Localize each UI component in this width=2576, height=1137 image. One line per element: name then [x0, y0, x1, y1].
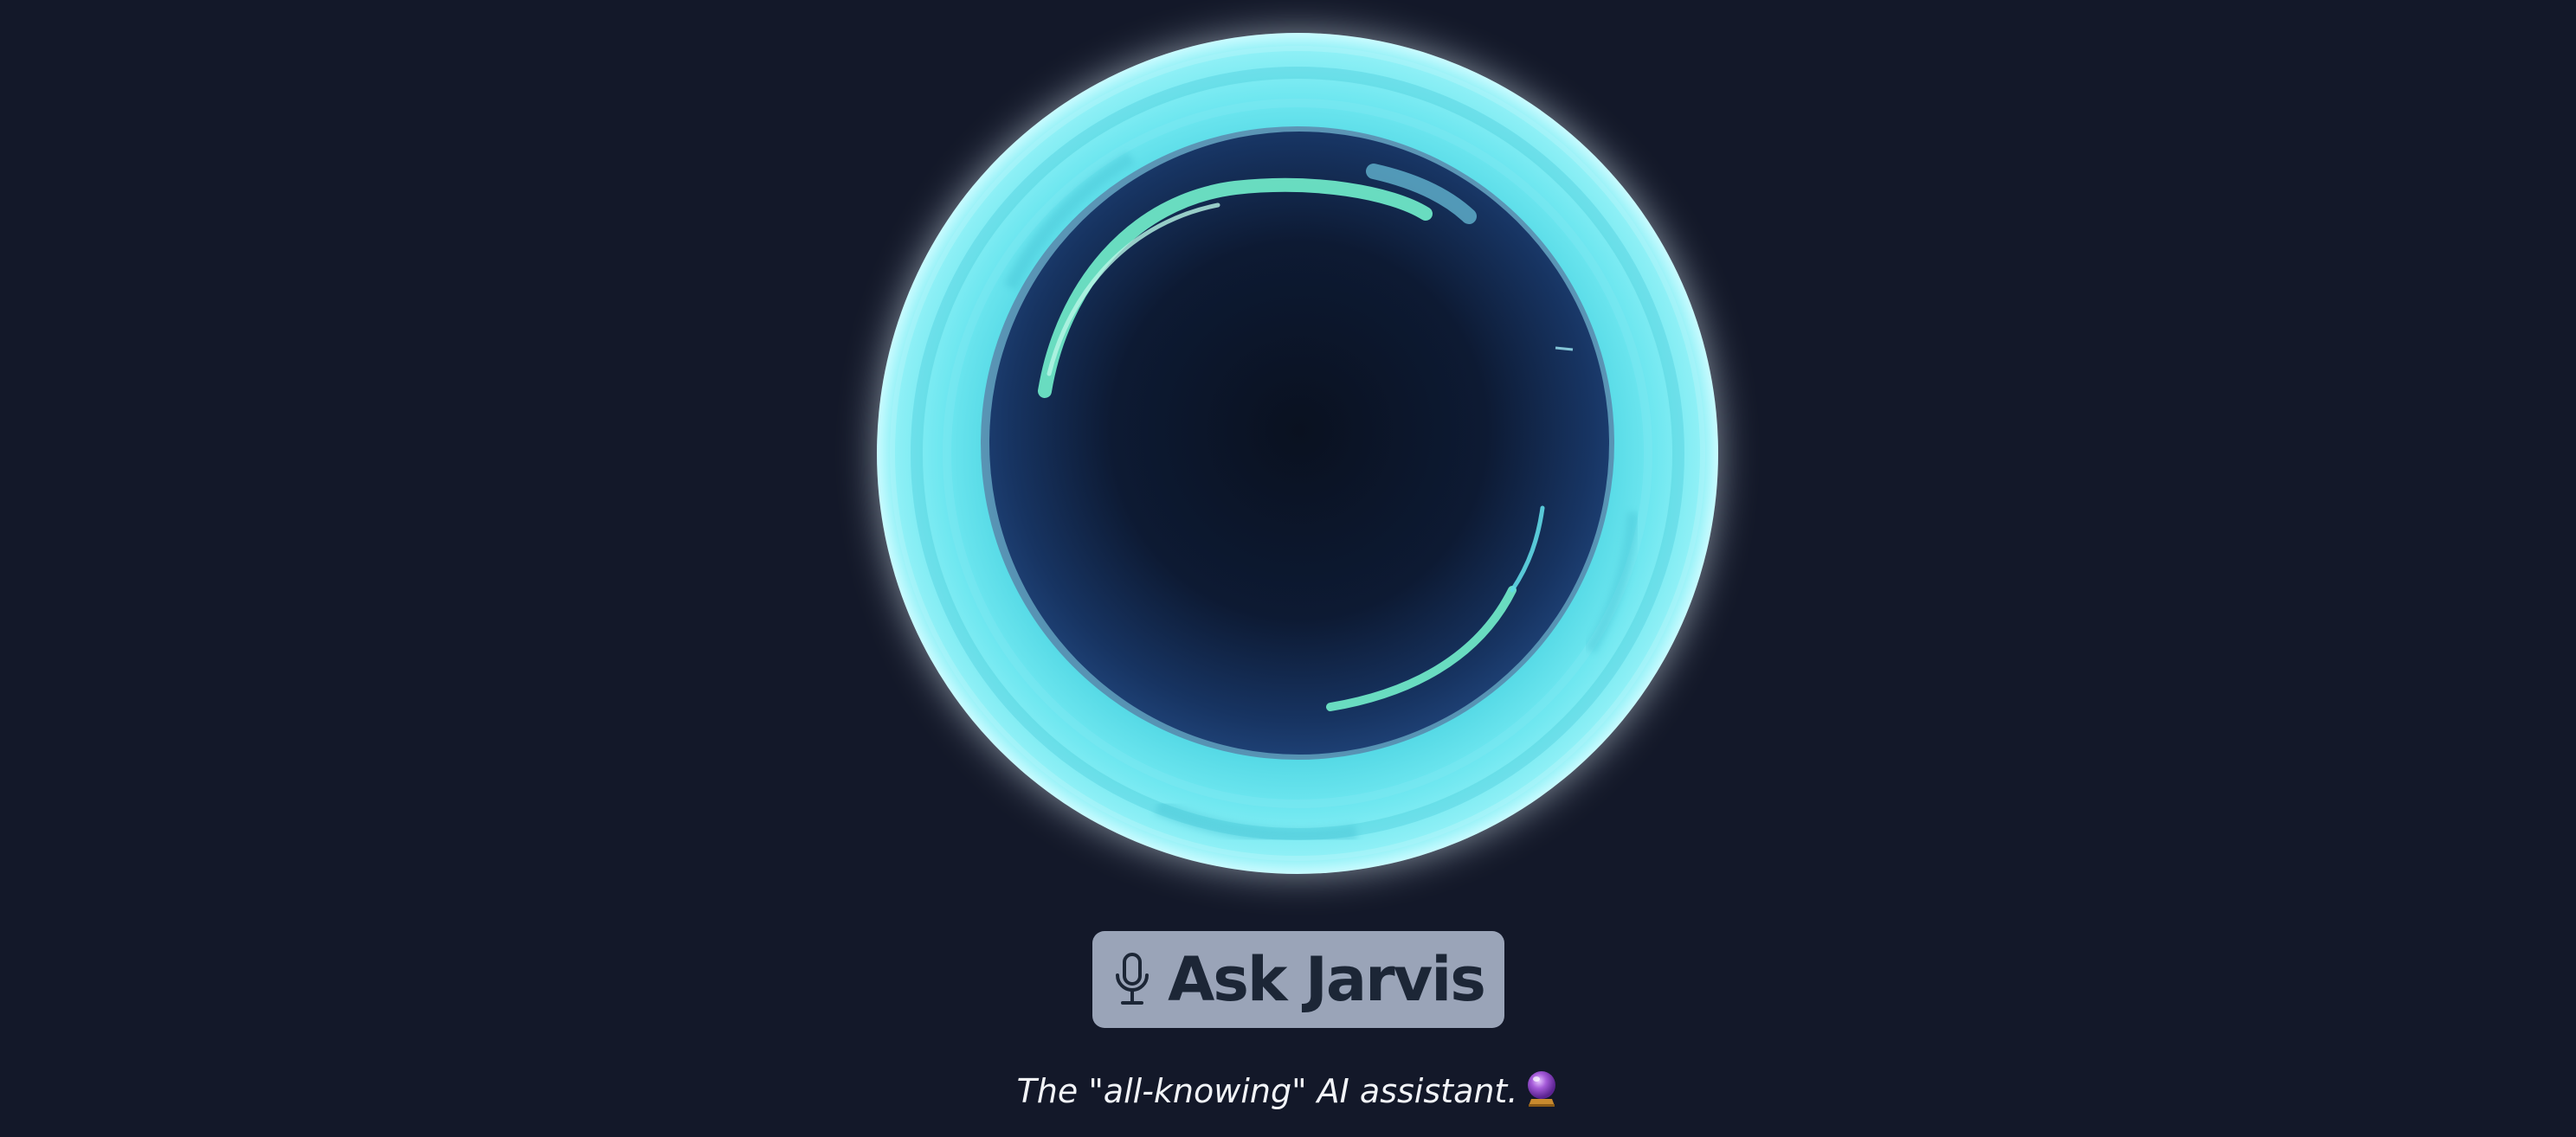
glowing-ring-orb-icon [877, 33, 1718, 874]
tagline-text: The "all-knowing" AI assistant. [1016, 1072, 1518, 1110]
app-stage: Ask Jarvis The "all-knowing" AI assistan… [0, 0, 2576, 1137]
crystal-ball-icon [1524, 1070, 1559, 1108]
microphone-icon [1112, 951, 1152, 1008]
ask-jarvis-label: Ask Jarvis [1168, 944, 1486, 1015]
jarvis-orb[interactable] [872, 28, 1723, 879]
tagline: The "all-knowing" AI assistant. [0, 1070, 2576, 1112]
ask-jarvis-button[interactable]: Ask Jarvis [1092, 931, 1504, 1028]
